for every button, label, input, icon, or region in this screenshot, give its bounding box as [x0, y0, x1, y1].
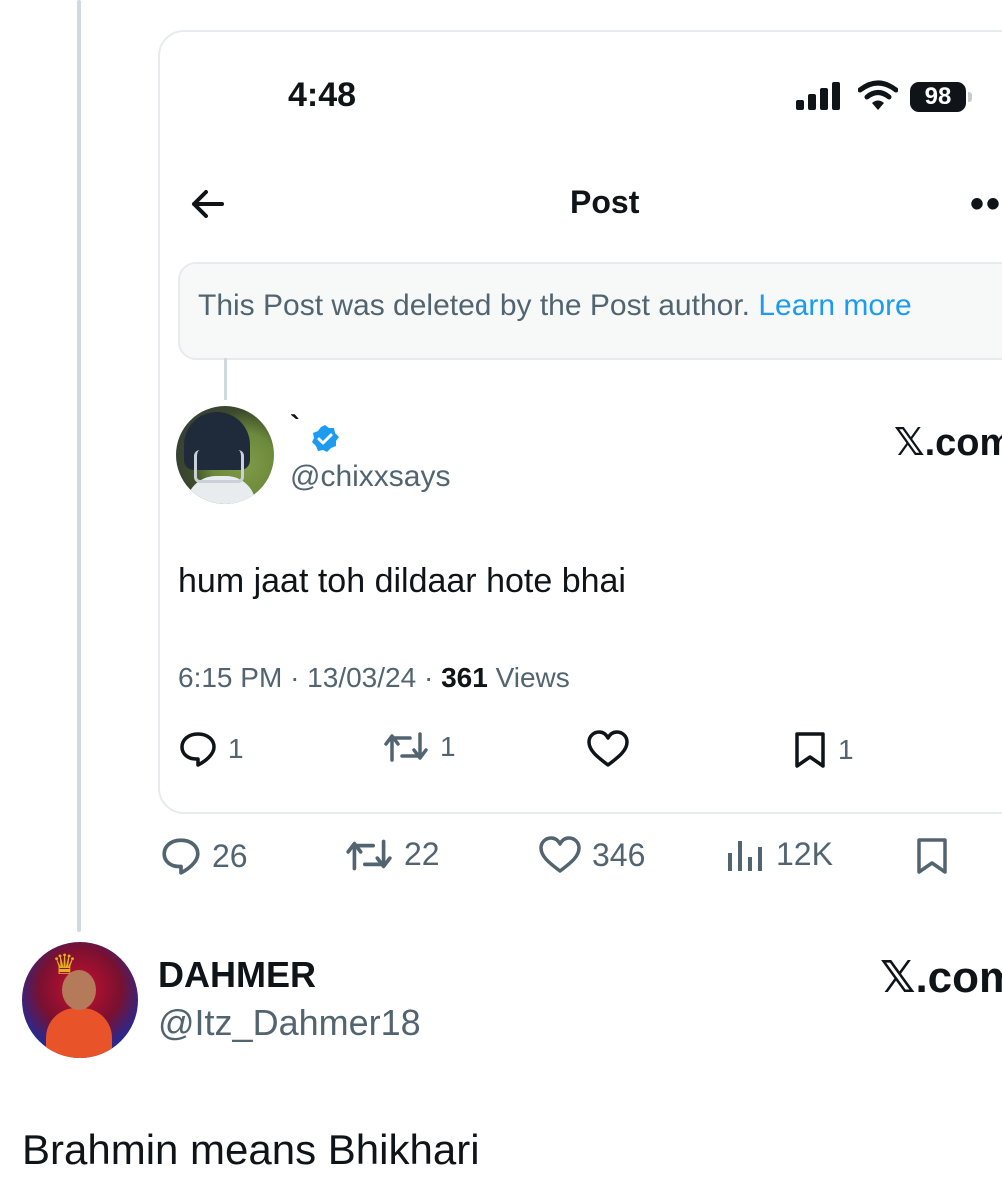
x-logo: 𝕏.com [880, 953, 1002, 1002]
status-time: 4:48 [288, 76, 357, 114]
learn-more-link[interactable]: Learn more [758, 289, 911, 322]
display-name: DAHMER [158, 954, 316, 995]
views-count: 361 [441, 662, 488, 693]
cellular-signal-icon [796, 82, 840, 110]
post-text: Brahmin means Bhikhari [22, 1126, 480, 1173]
reply-button[interactable]: 1 [178, 730, 244, 768]
thread-connector [224, 358, 227, 400]
quoted-screenshot-card[interactable]: 4:48 98 Post •• This Post was deleted by… [158, 30, 1002, 814]
repost-icon [384, 732, 428, 762]
like-button[interactable] [586, 730, 630, 768]
outer-repost-count: 22 [404, 836, 440, 872]
outer-reply-count: 26 [212, 837, 248, 874]
outer-like-count: 346 [592, 836, 646, 873]
heart-icon [587, 730, 629, 767]
post-meta: 6:15 PM · 13/03/24 · 361 Views [178, 662, 570, 693]
page: 4:48 98 Post •• This Post was deleted by… [0, 0, 1002, 1200]
heart-icon [539, 836, 581, 873]
outer-repost-button[interactable]: 22 [344, 836, 440, 873]
outer-bookmark-button[interactable] [914, 836, 950, 876]
reply-icon [180, 732, 216, 767]
bookmark-button[interactable]: 1 [792, 730, 854, 770]
battery-tip [968, 92, 972, 102]
wifi-icon [858, 80, 898, 110]
verified-badge-icon [312, 425, 339, 452]
more-options-icon[interactable]: •• [970, 182, 1002, 227]
outer-reply-button[interactable]: 26 [160, 836, 248, 876]
battery-indicator: 98 [910, 82, 966, 112]
user-handle[interactable]: @chixxsays [290, 460, 451, 494]
display-name: ` [290, 410, 300, 443]
user-handle[interactable]: @Itz_Dahmer18 [158, 1002, 421, 1044]
post-text: hum jaat toh dildaar hote bhai [178, 562, 626, 600]
repost-icon [346, 839, 392, 870]
views-chart-icon [728, 840, 762, 871]
views-label: Views [495, 662, 570, 693]
reply-count: 1 [228, 733, 244, 764]
bookmark-icon [795, 732, 825, 768]
repost-count: 1 [440, 731, 456, 762]
outer-like-button[interactable]: 346 [538, 836, 645, 874]
thread-line [77, 0, 81, 932]
outer-views-count: 12K [776, 836, 833, 872]
deleted-post-notice: This Post was deleted by the Post author… [178, 262, 1002, 360]
avatar[interactable] [176, 406, 274, 504]
reply-icon [162, 838, 200, 875]
repost-button[interactable]: 1 [382, 730, 456, 764]
crown-icon: ♛ [52, 949, 78, 980]
back-arrow-icon[interactable] [188, 184, 228, 224]
x-logo: 𝕏.com [894, 422, 1002, 464]
bookmark-count: 1 [838, 734, 854, 765]
deleted-notice-text: This Post was deleted by the Post author… [198, 289, 750, 322]
avatar[interactable]: ♛ [22, 942, 138, 1058]
bookmark-icon [917, 838, 947, 874]
post-time: 6:15 PM [178, 662, 283, 693]
page-title: Post [570, 184, 640, 220]
post-date: 13/03/24 [307, 662, 417, 693]
outer-views-button[interactable]: 12K [726, 836, 833, 873]
